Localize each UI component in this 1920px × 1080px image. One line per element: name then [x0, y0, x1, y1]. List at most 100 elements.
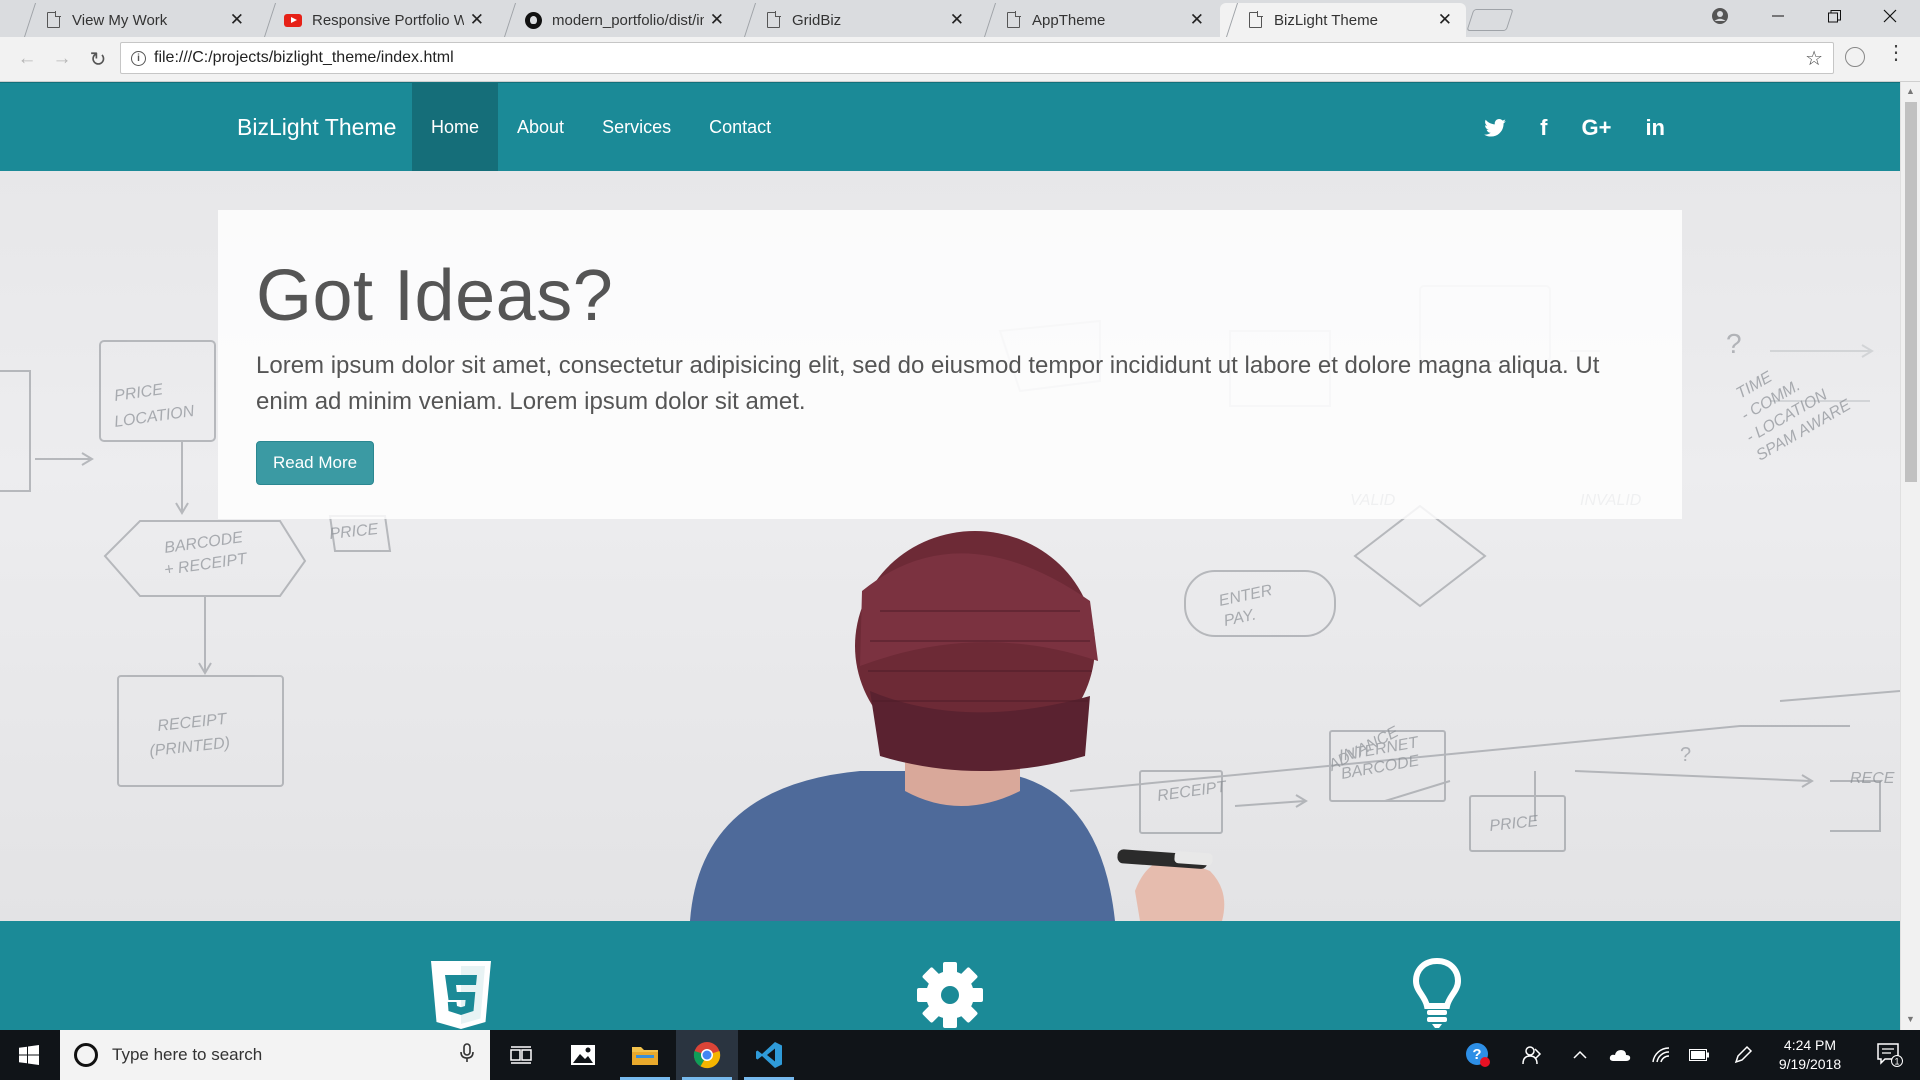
back-icon[interactable]: ←: [13, 45, 41, 73]
browser-tab[interactable]: modern_portfolio/dist/im ✕: [498, 3, 738, 37]
info-icon[interactable]: i: [131, 50, 146, 66]
battery-icon[interactable]: [1684, 1030, 1714, 1080]
hero-card: Got Ideas? Lorem ipsum dolor sit amet, c…: [218, 210, 1682, 519]
html5-icon: [431, 961, 491, 1030]
page-icon: [764, 11, 782, 29]
nav-contact[interactable]: Contact: [690, 83, 790, 172]
reload-icon[interactable]: ↻: [84, 45, 112, 73]
new-tab-button[interactable]: [1466, 9, 1514, 31]
svg-text:?: ?: [1680, 744, 1691, 766]
svg-text:ENTER: ENTER: [1217, 582, 1274, 610]
browser-tab[interactable]: View My Work ✕: [18, 3, 258, 37]
tab-title: GridBiz: [792, 11, 842, 29]
facebook-icon[interactable]: f: [1540, 115, 1547, 141]
forward-icon[interactable]: →: [48, 45, 76, 73]
vscode-icon[interactable]: [738, 1030, 800, 1080]
close-window-icon[interactable]: [1862, 0, 1918, 32]
svg-text:?: ?: [1726, 328, 1742, 359]
page-icon: [1004, 11, 1022, 29]
close-icon[interactable]: ✕: [470, 10, 484, 30]
microphone-icon[interactable]: [460, 1042, 474, 1068]
clock-time: 4:24 PM: [1783, 1037, 1837, 1053]
hero-section: PRICE LOCATION PRICE BARCODE + RECEIPT R…: [0, 171, 1900, 921]
chrome-icon[interactable]: [676, 1030, 738, 1080]
windows-taskbar: Type here to search ? 4:24 PM 9/19/2018 …: [0, 1030, 1920, 1080]
clock-date: 9/19/2018: [1778, 1056, 1842, 1072]
nav-services[interactable]: Services: [583, 83, 690, 172]
close-icon[interactable]: ✕: [710, 10, 724, 30]
task-view-icon[interactable]: [490, 1030, 552, 1080]
show-hidden-icons-icon[interactable]: [1566, 1030, 1594, 1080]
minimize-icon[interactable]: [1750, 0, 1806, 32]
close-icon[interactable]: ✕: [230, 10, 244, 30]
start-button[interactable]: [0, 1030, 58, 1080]
svg-text:LOCATION: LOCATION: [113, 403, 196, 431]
windows-logo-icon: [19, 1045, 39, 1065]
gear-icon: [917, 962, 983, 1030]
features-section: [0, 921, 1900, 1030]
address-bar[interactable]: i file:///C:/projects/bizlight_theme/ind…: [120, 42, 1834, 74]
svg-text:?: ?: [1472, 1046, 1481, 1063]
browser-tab-strip: View My Work ✕ Responsive Portfolio Web …: [0, 0, 1920, 37]
social-links: f G+ in: [1484, 83, 1665, 172]
google-plus-icon[interactable]: G+: [1581, 115, 1611, 141]
browser-tab-active[interactable]: BizLight Theme ✕: [1220, 3, 1466, 37]
svg-text:RECE: RECE: [1850, 770, 1895, 787]
extension-icon[interactable]: [1845, 47, 1865, 67]
url-text[interactable]: file:///C:/projects/bizlight_theme/index…: [154, 49, 454, 67]
scroll-down-icon[interactable]: ▼: [1906, 1014, 1915, 1024]
tab-title: BizLight Theme: [1274, 11, 1378, 29]
site-navbar: BizLight Theme Home About Services Conta…: [0, 82, 1900, 172]
brand-logo[interactable]: BizLight Theme: [237, 83, 396, 172]
photos-icon[interactable]: [552, 1030, 614, 1080]
svg-text:RECEIPT: RECEIPT: [157, 711, 229, 735]
pen-icon[interactable]: [1728, 1030, 1758, 1080]
svg-text:(PRINTED): (PRINTED): [149, 735, 231, 760]
nav-about[interactable]: About: [498, 83, 583, 172]
hero-heading: Got Ideas?: [256, 256, 614, 336]
youtube-icon: [284, 11, 302, 29]
twitter-icon[interactable]: [1484, 118, 1506, 137]
svg-text:PRICE: PRICE: [113, 381, 164, 405]
browser-tab[interactable]: Responsive Portfolio Web ✕: [258, 3, 498, 37]
person-illustration: [690, 531, 1225, 921]
people-icon[interactable]: [1514, 1030, 1550, 1080]
onedrive-icon[interactable]: [1604, 1030, 1636, 1080]
lightbulb-icon: [1412, 957, 1462, 1030]
svg-text:PRICE: PRICE: [1489, 813, 1540, 835]
hero-text: Lorem ipsum dolor sit amet, consectetur …: [256, 352, 1600, 415]
browser-toolbar: ← → ↻ i file:///C:/projects/bizlight_the…: [0, 37, 1920, 82]
notification-count: 1: [1894, 1057, 1899, 1067]
close-icon[interactable]: ✕: [950, 10, 964, 30]
tab-title: Responsive Portfolio Web: [312, 11, 464, 29]
nav-home[interactable]: Home: [412, 83, 499, 172]
linkedin-icon[interactable]: in: [1645, 115, 1665, 141]
restore-icon[interactable]: [1806, 0, 1862, 32]
svg-text:PAY.: PAY.: [1222, 607, 1257, 630]
page-scrollbar[interactable]: ▲ ▼: [1900, 82, 1920, 1030]
browser-tab[interactable]: AppTheme ✕: [978, 3, 1218, 37]
taskbar-search[interactable]: Type here to search: [60, 1030, 490, 1080]
browser-tab[interactable]: GridBiz ✕: [738, 3, 978, 37]
read-more-button[interactable]: Read More: [256, 441, 375, 485]
main-menu: Home About Services Contact: [412, 83, 790, 172]
profile-icon[interactable]: [1692, 0, 1748, 32]
file-explorer-icon[interactable]: [614, 1030, 676, 1080]
svg-text:PRICE: PRICE: [329, 521, 380, 543]
scrollbar-thumb[interactable]: [1905, 102, 1917, 482]
wifi-icon[interactable]: [1646, 1030, 1676, 1080]
close-icon[interactable]: ✕: [1438, 10, 1452, 30]
browser-menu-icon[interactable]: ⋮: [1886, 43, 1906, 63]
help-icon[interactable]: ?: [1460, 1030, 1496, 1080]
bookmark-star-icon[interactable]: ☆: [1805, 46, 1823, 71]
github-icon: [524, 11, 542, 29]
page-viewport: BizLight Theme Home About Services Conta…: [0, 82, 1900, 1030]
tab-title: View My Work: [72, 11, 168, 29]
action-center-icon[interactable]: 1: [1862, 1030, 1918, 1080]
tab-title: modern_portfolio/dist/im: [552, 11, 704, 29]
search-placeholder[interactable]: Type here to search: [112, 1045, 460, 1065]
close-icon[interactable]: ✕: [1190, 10, 1204, 30]
scroll-up-icon[interactable]: ▲: [1906, 86, 1915, 96]
page-icon: [1246, 11, 1264, 29]
taskbar-clock[interactable]: 4:24 PM 9/19/2018: [1760, 1036, 1860, 1074]
